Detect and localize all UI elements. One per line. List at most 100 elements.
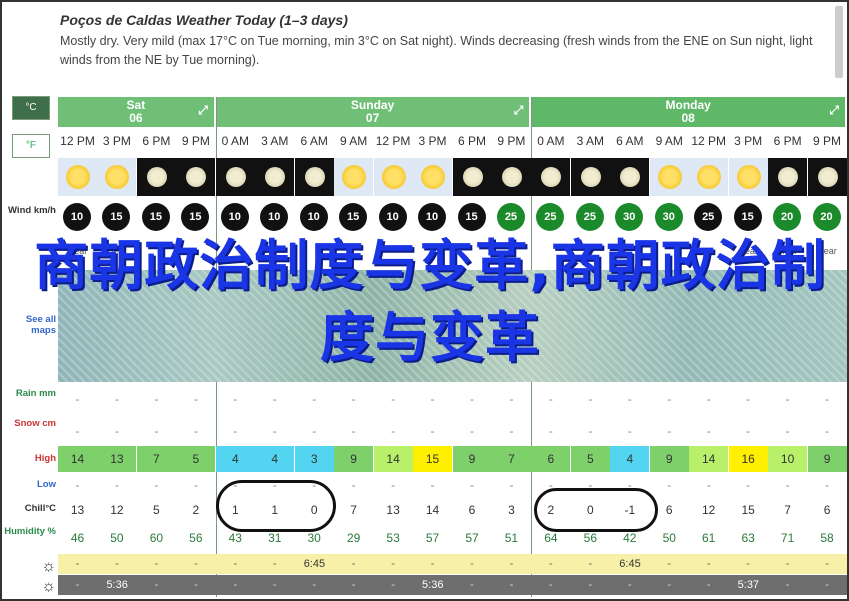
night-sky-cell xyxy=(176,158,216,196)
rain-cell: - xyxy=(272,392,277,406)
night-sky-cell xyxy=(491,158,531,196)
humidity-cell: 53 xyxy=(386,531,400,545)
time-cell: 0 AM xyxy=(537,134,565,148)
rain-cell: - xyxy=(193,392,198,406)
moon-icon xyxy=(580,167,601,187)
high-cell: 4 xyxy=(215,446,255,472)
wind-arrow-icon: 10 xyxy=(299,203,328,231)
humidity-cell: 63 xyxy=(741,531,755,545)
time-cell: 3 AM xyxy=(576,134,605,148)
sunrise-cell: - xyxy=(509,558,514,570)
sunset-time: 5:37 xyxy=(728,575,769,595)
sunset-cell: - xyxy=(312,579,317,591)
rain-cell: - xyxy=(391,392,396,406)
wind-cell: 10 xyxy=(58,201,97,233)
page-title: Poços de Caldas Weather Today (1–3 days) xyxy=(60,12,348,28)
wind-arrow-icon: 25 xyxy=(496,203,525,231)
rain-cell: - xyxy=(509,392,514,406)
wind-arrow-icon: 10 xyxy=(418,203,447,231)
snow-cell: - xyxy=(272,424,277,438)
expand-icon[interactable]: ⤢ xyxy=(829,104,839,117)
wind-cell: 10 xyxy=(295,201,334,233)
chill-cell: 13 xyxy=(70,503,85,517)
snow-cell: - xyxy=(312,424,317,438)
time-cell: 12 PM xyxy=(60,134,95,148)
wind-cell: 15 xyxy=(137,201,176,233)
wind-arrow-icon: 20 xyxy=(812,203,841,231)
wind-arrow-icon: 15 xyxy=(457,203,486,231)
humidity-cell: 71 xyxy=(780,531,795,545)
chill-cell: 7 xyxy=(350,503,357,517)
wind-arrow-icon: 30 xyxy=(654,203,683,231)
sunrise-cell: - xyxy=(588,558,593,570)
day-header-2[interactable]: Monday 08 ⤢ xyxy=(531,97,847,127)
snow-cell: - xyxy=(75,424,80,438)
moon-icon xyxy=(146,167,167,187)
high-cell: 7 xyxy=(491,446,531,472)
humidity-cell: 51 xyxy=(504,531,519,545)
low-cell: - xyxy=(75,478,80,492)
rain-cell: - xyxy=(785,392,790,406)
low-cell: - xyxy=(391,478,396,492)
humidity-cell: 61 xyxy=(702,531,716,545)
wind-arrow-icon: 15 xyxy=(181,203,210,231)
sunrise-cell: - xyxy=(746,558,750,570)
fahrenheit-toggle[interactable]: °F xyxy=(12,134,50,158)
moon-icon xyxy=(778,167,799,187)
day-header-1[interactable]: Sunday 07 ⤢ xyxy=(215,97,532,127)
wind-cell: 15 xyxy=(453,201,492,233)
sunset-cell: - xyxy=(391,579,395,591)
expand-icon[interactable]: ⤢ xyxy=(514,104,524,117)
wind-cell: 15 xyxy=(97,201,136,233)
celsius-toggle[interactable]: °C xyxy=(12,96,50,120)
sunrise-cell: - xyxy=(115,558,119,570)
moon-icon xyxy=(620,167,641,187)
high-cell: 9 xyxy=(452,446,492,472)
high-cell: 14 xyxy=(58,446,97,472)
snow-label: Snow cm xyxy=(14,418,56,429)
sunset-cell: - xyxy=(588,579,593,591)
humidity-cell: 56 xyxy=(189,531,203,545)
sunrise-cell: - xyxy=(391,558,395,570)
wind-cell: 30 xyxy=(650,201,689,233)
high-cell: 9 xyxy=(649,446,689,472)
moon-icon xyxy=(501,167,522,187)
time-cell: 6 PM xyxy=(457,134,486,148)
wind-cell: 30 xyxy=(610,201,649,233)
time-cell: 12 PM xyxy=(375,134,411,148)
high-cell: 14 xyxy=(373,446,413,472)
rain-cell: - xyxy=(746,392,751,406)
wind-cell: 25 xyxy=(571,201,610,233)
wind-cell: 20 xyxy=(768,201,807,233)
night-sky-cell xyxy=(807,158,847,196)
high-cell: 9 xyxy=(807,446,847,472)
time-cell: 3 PM xyxy=(734,134,763,148)
day-header-0[interactable]: Sat 06 ⤢ xyxy=(58,97,216,127)
low-cell: - xyxy=(509,478,514,492)
wind-arrow-icon: 15 xyxy=(339,203,368,231)
wind-arrow-icon: 15 xyxy=(102,203,131,231)
snow-cell: - xyxy=(430,424,435,438)
time-cell: 9 AM xyxy=(339,134,368,148)
night-sky-cell xyxy=(294,158,334,196)
snow-cell: - xyxy=(391,424,396,438)
time-cell: 9 AM xyxy=(655,134,683,148)
humidity-cell: 57 xyxy=(465,531,479,545)
wind-arrow-icon: 25 xyxy=(575,203,604,231)
time-cell: 3 PM xyxy=(418,134,447,148)
scrollbar[interactable] xyxy=(835,6,843,78)
moon-icon xyxy=(265,167,286,187)
sunset-cell: - xyxy=(785,579,790,591)
time-cell: 9 PM xyxy=(181,134,210,148)
expand-icon[interactable]: ⤢ xyxy=(198,104,208,117)
forecast-header: Poços de Caldas Weather Today (1–3 days)… xyxy=(60,12,840,70)
day-sky-cell xyxy=(649,158,689,196)
sun-icon xyxy=(697,165,722,189)
wind-cell: 10 xyxy=(216,201,255,233)
low-cell: - xyxy=(154,478,159,492)
wind-cell: 25 xyxy=(492,201,531,233)
humidity-cell: 57 xyxy=(425,531,440,545)
sunset-time: 5:36 xyxy=(97,575,137,595)
sunset-cell: - xyxy=(233,579,238,591)
snow-cell: - xyxy=(667,424,672,438)
